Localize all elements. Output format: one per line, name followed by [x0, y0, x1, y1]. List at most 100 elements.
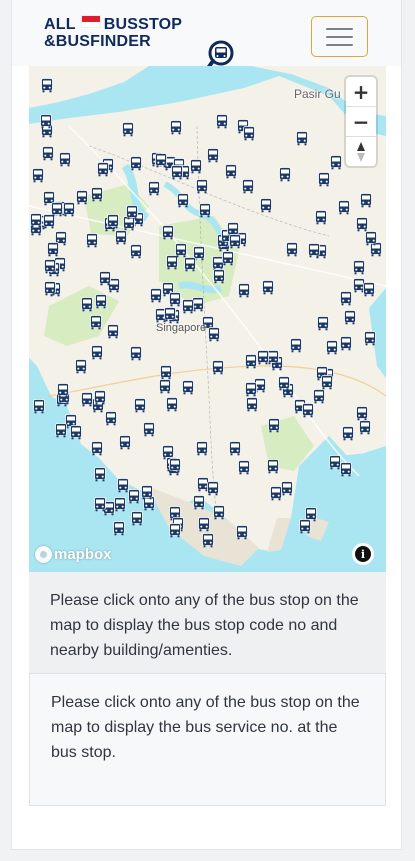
bus-stop-marker[interactable]: [301, 403, 315, 418]
bus-stop-marker[interactable]: [140, 485, 154, 500]
bus-stop-marker[interactable]: [113, 497, 127, 512]
bus-stop-marker[interactable]: [343, 310, 357, 325]
bus-stop-marker[interactable]: [112, 521, 126, 536]
bus-stop-marker[interactable]: [329, 155, 343, 170]
bus-stop-marker[interactable]: [314, 210, 328, 225]
bus-stop-marker[interactable]: [359, 193, 373, 208]
bus-stop-marker[interactable]: [362, 282, 376, 297]
bus-stop-marker[interactable]: [43, 259, 57, 274]
bus-stop-marker[interactable]: [106, 214, 120, 229]
bus-stop-marker[interactable]: [170, 165, 184, 180]
bus-stop-marker[interactable]: [32, 399, 46, 414]
bus-stop-marker[interactable]: [206, 148, 220, 163]
bus-stop-marker[interactable]: [176, 193, 190, 208]
bus-stop-marker[interactable]: [169, 120, 183, 135]
bus-stop-marker[interactable]: [106, 324, 120, 339]
bus-stop-marker[interactable]: [90, 345, 104, 360]
bus-stop-marker[interactable]: [94, 294, 108, 309]
mapbox-logo[interactable]: mapbox: [35, 543, 112, 565]
bus-stop-marker[interactable]: [307, 243, 321, 258]
bus-stop-marker[interactable]: [133, 398, 147, 413]
bus-stop-marker[interactable]: [241, 179, 255, 194]
bus-stop-marker[interactable]: [174, 243, 188, 258]
bus-stop-marker[interactable]: [129, 346, 143, 361]
bus-stop-marker[interactable]: [261, 280, 275, 295]
zoom-out-button[interactable]: −: [346, 107, 376, 136]
bus-stop-marker[interactable]: [80, 297, 94, 312]
bus-stop-marker[interactable]: [75, 190, 89, 205]
bus-stop-marker[interactable]: [183, 257, 197, 272]
bus-stop-marker[interactable]: [341, 426, 355, 441]
bus-stop-marker[interactable]: [163, 307, 177, 322]
bus-stop-marker[interactable]: [41, 146, 55, 161]
compass-button[interactable]: [346, 137, 376, 166]
bus-stop-marker[interactable]: [363, 331, 377, 346]
bus-stop-marker[interactable]: [168, 292, 182, 307]
bus-stop-marker[interactable]: [320, 375, 334, 390]
bus-stop-marker[interactable]: [364, 231, 378, 246]
bus-stop-marker[interactable]: [201, 533, 215, 548]
bus-stop-marker[interactable]: [118, 435, 132, 450]
bus-stop-marker[interactable]: [316, 316, 330, 331]
bus-stop-marker[interactable]: [198, 203, 212, 218]
zoom-in-button[interactable]: +: [346, 77, 376, 106]
bus-stop-marker[interactable]: [192, 495, 206, 510]
bus-stop-marker[interactable]: [142, 422, 156, 437]
bus-stop-marker[interactable]: [317, 172, 331, 187]
bus-stop-marker[interactable]: [355, 217, 369, 232]
bus-stop-marker[interactable]: [245, 397, 259, 412]
brand-link[interactable]: ALL BUSSTOP &BUSFINDER: [44, 15, 234, 70]
bus-stop-marker[interactable]: [149, 288, 163, 303]
bus-stop-marker[interactable]: [39, 114, 53, 129]
bus-stop-marker[interactable]: [93, 497, 107, 512]
bus-stop-marker[interactable]: [212, 505, 226, 520]
bus-stop-marker[interactable]: [298, 519, 312, 534]
bus-stop-marker[interactable]: [266, 459, 280, 474]
bus-stop-marker[interactable]: [352, 260, 366, 275]
bus-stop-marker[interactable]: [235, 525, 249, 540]
bus-stop-marker[interactable]: [339, 336, 353, 351]
navbar-toggle-button[interactable]: [311, 16, 368, 57]
bus-stop-marker[interactable]: [224, 164, 238, 179]
bus-stop-marker[interactable]: [165, 397, 179, 412]
bus-stop-marker[interactable]: [69, 425, 83, 440]
bus-stop-marker[interactable]: [337, 200, 351, 215]
bus-stop-marker[interactable]: [211, 360, 225, 375]
bus-stop-marker[interactable]: [189, 159, 203, 174]
bus-stop-marker[interactable]: [104, 411, 118, 426]
bus-stop-marker[interactable]: [40, 78, 54, 93]
bus-stop-marker[interactable]: [278, 167, 292, 182]
bus-stop-marker[interactable]: [54, 423, 68, 438]
bus-stop-marker[interactable]: [46, 242, 60, 257]
bus-stop-marker[interactable]: [158, 379, 172, 394]
bus-stop-marker[interactable]: [277, 376, 291, 391]
bus-stop-marker[interactable]: [31, 168, 45, 183]
bus-stop-marker[interactable]: [355, 406, 369, 421]
bus-stop-marker[interactable]: [96, 162, 110, 177]
bus-stop-marker[interactable]: [116, 478, 130, 493]
bus-stop-marker[interactable]: [181, 299, 195, 314]
bus-stop-marker[interactable]: [62, 202, 76, 217]
bus-stop-marker[interactable]: [147, 181, 161, 196]
bus-stop-marker[interactable]: [237, 460, 251, 475]
bus-stop-marker[interactable]: [285, 242, 299, 257]
bus-stop-marker[interactable]: [256, 350, 270, 365]
bus-stop-marker[interactable]: [90, 187, 104, 202]
bus-stop-marker[interactable]: [206, 481, 220, 496]
bus-stop-marker[interactable]: [50, 202, 64, 217]
bus-stop-marker[interactable]: [168, 458, 182, 473]
bus-stop-marker[interactable]: [129, 156, 143, 171]
bus-stop-marker[interactable]: [98, 271, 112, 286]
bus-stop-marker[interactable]: [29, 213, 43, 228]
bus-stop-marker[interactable]: [125, 205, 139, 220]
bus-stop-marker[interactable]: [221, 251, 235, 266]
bus-stop-marker[interactable]: [85, 233, 99, 248]
bus-stop-marker[interactable]: [237, 283, 251, 298]
bus-stop-marker[interactable]: [58, 152, 72, 167]
bus-stop-marker[interactable]: [339, 462, 353, 477]
attribution-button[interactable]: i: [352, 543, 374, 565]
bus-stop-marker[interactable]: [56, 383, 70, 398]
bus-stop-marker[interactable]: [195, 179, 209, 194]
bus-stop-marker[interactable]: [154, 153, 168, 168]
bus-stop-marker[interactable]: [161, 225, 175, 240]
